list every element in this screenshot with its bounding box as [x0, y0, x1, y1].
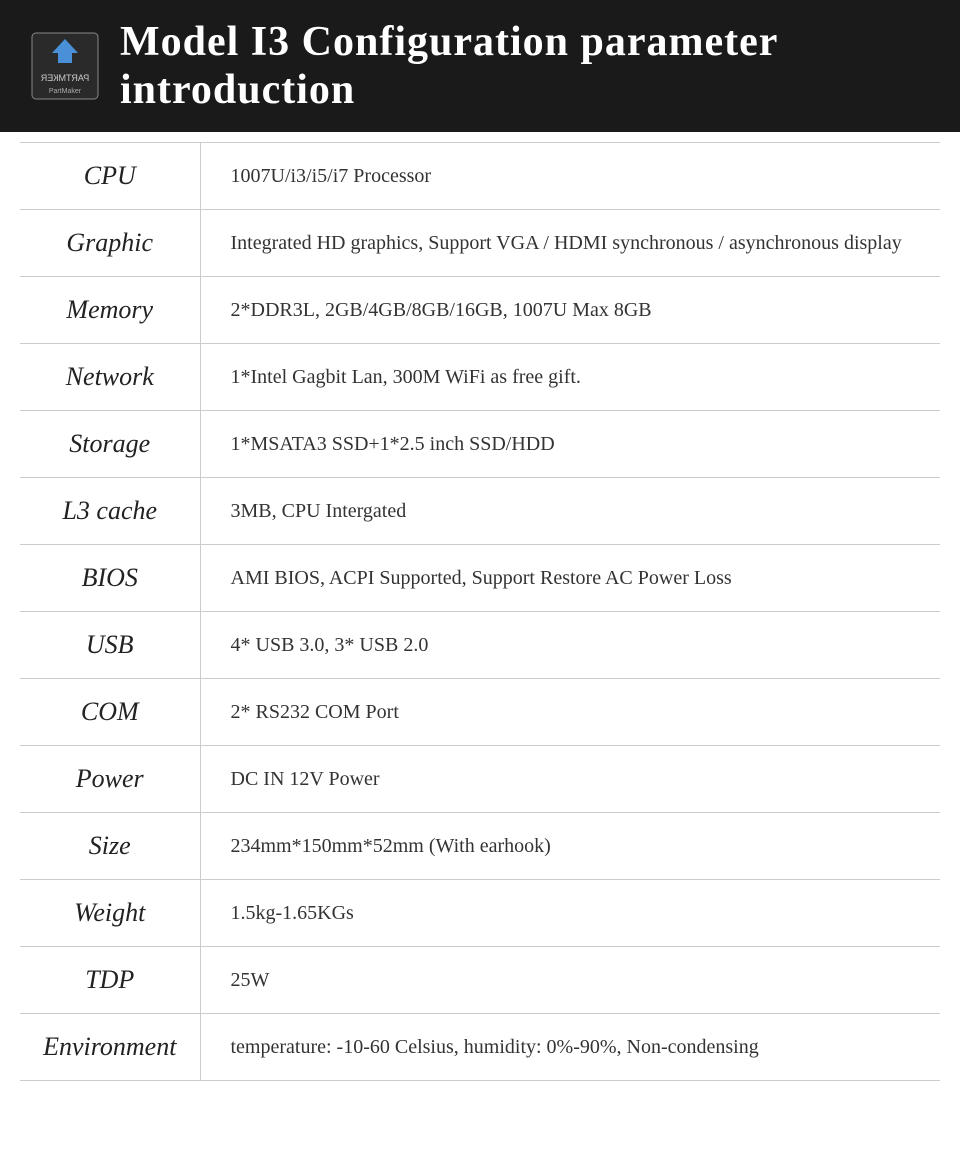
spec-label: CPU	[20, 143, 200, 210]
spec-value: 3MB, CPU Intergated	[200, 478, 940, 545]
spec-value: 234mm*150mm*52mm (With earhook)	[200, 813, 940, 880]
table-row: COM2* RS232 COM Port	[20, 679, 940, 746]
spec-label: Weight	[20, 880, 200, 947]
spec-label: Power	[20, 746, 200, 813]
page-header: PARTMКER PartMaker Model I3 Configuratio…	[0, 0, 960, 132]
specs-table-container: CPU1007U/i3/i5/i7 ProcessorGraphicIntegr…	[0, 132, 960, 1091]
table-row: Size234mm*150mm*52mm (With earhook)	[20, 813, 940, 880]
spec-value: Integrated HD graphics, Support VGA / HD…	[200, 210, 940, 277]
spec-value: 25W	[200, 947, 940, 1014]
table-row: BIOSAMI BIOS, ACPI Supported, Support Re…	[20, 545, 940, 612]
svg-text:PartMaker: PartMaker	[49, 88, 82, 95]
spec-label: Graphic	[20, 210, 200, 277]
logo: PARTMКER PartMaker	[30, 31, 100, 101]
spec-value: 2*DDR3L, 2GB/4GB/8GB/16GB, 1007U Max 8GB	[200, 277, 940, 344]
spec-value: 1*Intel Gagbit Lan, 300M WiFi as free gi…	[200, 344, 940, 411]
spec-label: BIOS	[20, 545, 200, 612]
spec-value: 4* USB 3.0, 3* USB 2.0	[200, 612, 940, 679]
spec-label: Environment	[20, 1014, 200, 1081]
spec-value: 1007U/i3/i5/i7 Processor	[200, 143, 940, 210]
spec-value: temperature: -10-60 Celsius, humidity: 0…	[200, 1014, 940, 1081]
spec-label: Storage	[20, 411, 200, 478]
svg-text:PARTMКER: PARTMКER	[40, 73, 89, 83]
spec-label: Size	[20, 813, 200, 880]
table-row: TDP25W	[20, 947, 940, 1014]
table-row: USB4* USB 3.0, 3* USB 2.0	[20, 612, 940, 679]
table-row: PowerDC IN 12V Power	[20, 746, 940, 813]
table-row: Memory2*DDR3L, 2GB/4GB/8GB/16GB, 1007U M…	[20, 277, 940, 344]
specs-table: CPU1007U/i3/i5/i7 ProcessorGraphicIntegr…	[20, 142, 940, 1081]
table-row: L3 cache3MB, CPU Intergated	[20, 478, 940, 545]
table-row: CPU1007U/i3/i5/i7 Processor	[20, 143, 940, 210]
spec-label: Network	[20, 344, 200, 411]
table-row: Storage1*MSATA3 SSD+1*2.5 inch SSD/HDD	[20, 411, 940, 478]
page-title: Model I3 Configuration parameter introdu…	[120, 18, 930, 114]
spec-value: 1.5kg-1.65KGs	[200, 880, 940, 947]
spec-value: 2* RS232 COM Port	[200, 679, 940, 746]
spec-label: TDP	[20, 947, 200, 1014]
table-row: Weight1.5kg-1.65KGs	[20, 880, 940, 947]
spec-value: AMI BIOS, ACPI Supported, Support Restor…	[200, 545, 940, 612]
spec-label: USB	[20, 612, 200, 679]
table-row: Network1*Intel Gagbit Lan, 300M WiFi as …	[20, 344, 940, 411]
spec-label: COM	[20, 679, 200, 746]
table-row: Environmenttemperature: -10-60 Celsius, …	[20, 1014, 940, 1081]
spec-value: 1*MSATA3 SSD+1*2.5 inch SSD/HDD	[200, 411, 940, 478]
table-row: GraphicIntegrated HD graphics, Support V…	[20, 210, 940, 277]
spec-value: DC IN 12V Power	[200, 746, 940, 813]
spec-label: L3 cache	[20, 478, 200, 545]
spec-label: Memory	[20, 277, 200, 344]
